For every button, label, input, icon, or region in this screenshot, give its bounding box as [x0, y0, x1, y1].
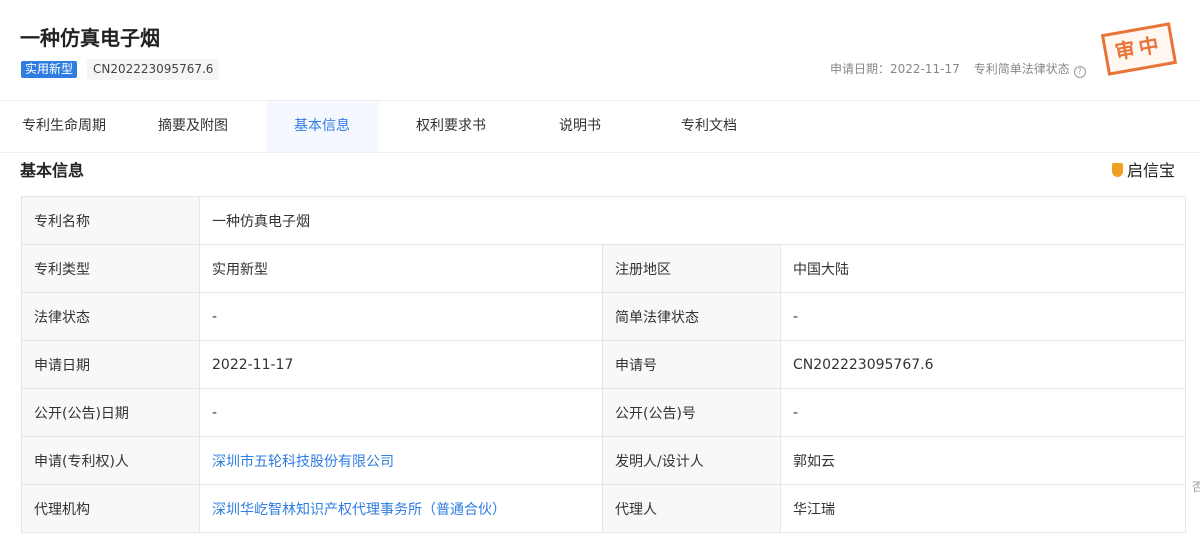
- application-number-tag: CN202223095767.6: [87, 59, 220, 80]
- help-icon[interactable]: ?: [1073, 66, 1086, 78]
- value-region: 中国大陆: [780, 244, 1186, 293]
- value-patent-name: 一种仿真电子烟: [199, 196, 1186, 245]
- tab-description[interactable]: 说明书: [559, 101, 601, 152]
- tab-claims[interactable]: 权利要求书: [416, 101, 486, 152]
- label-region: 注册地区: [602, 244, 781, 293]
- value-publication-number: -: [780, 388, 1186, 437]
- legal-status-label: 专利简单法律状态: [973, 62, 1070, 76]
- tab-lifecycle[interactable]: 专利生命周期: [22, 101, 106, 152]
- basic-info-table: 专利名称 一种仿真电子烟 专利类型 实用新型 注册地区 中国大陆 法律状态 - …: [21, 196, 1186, 533]
- patent-header: 一种仿真电子烟 实用新型 CN202223095767.6 申请日期：2022-…: [0, 0, 1200, 100]
- label-patent-name: 专利名称: [21, 196, 200, 245]
- value-application-number: CN202223095767.6: [780, 340, 1186, 389]
- value-patent-type: 实用新型: [199, 244, 603, 293]
- table-row: 专利名称 一种仿真电子烟: [21, 196, 1186, 245]
- value-simple-legal-status: -: [780, 292, 1186, 341]
- tab-bar: 专利生命周期 摘要及附图 基本信息 权利要求书 说明书 专利文档: [0, 100, 1200, 153]
- label-patent-type: 专利类型: [21, 244, 200, 293]
- table-row: 专利类型 实用新型 注册地区 中国大陆: [21, 244, 1186, 293]
- value-application-date: 2022-11-17: [199, 340, 603, 389]
- section-title: 基本信息: [20, 161, 85, 180]
- tab-basic-info[interactable]: 基本信息: [266, 101, 378, 152]
- label-application-date: 申请日期: [21, 340, 200, 389]
- table-row: 代理机构 深圳华屹智林知识产权代理事务所（普通合伙） 代理人 华江瑞: [21, 484, 1186, 533]
- link-applicant[interactable]: 深圳市五轮科技股份有限公司: [199, 436, 603, 485]
- label-agency: 代理机构: [21, 484, 200, 533]
- label-inventor: 发明人/设计人: [602, 436, 781, 485]
- value-publication-date: -: [199, 388, 603, 437]
- shield-icon: [1112, 163, 1123, 177]
- review-status-stamp: 审中: [1100, 22, 1178, 76]
- label-publication-date: 公开(公告)日期: [21, 388, 200, 437]
- value-agent: 华江瑞: [780, 484, 1186, 533]
- label-publication-number: 公开(公告)号: [602, 388, 781, 437]
- label-legal-status: 法律状态: [21, 292, 200, 341]
- label-application-number: 申请号: [602, 340, 781, 389]
- table-row: 申请(专利权)人 深圳市五轮科技股份有限公司 发明人/设计人 郭如云: [21, 436, 1186, 485]
- application-date-text: 申请日期：2022-11-17: [830, 62, 960, 76]
- table-row: 公开(公告)日期 - 公开(公告)号 -: [21, 388, 1186, 437]
- table-row: 法律状态 - 简单法律状态 -: [21, 292, 1186, 341]
- value-legal-status: -: [199, 292, 603, 341]
- value-inventor: 郭如云: [780, 436, 1186, 485]
- label-applicant: 申请(专利权)人: [21, 436, 200, 485]
- brand-name: 启信宝: [1127, 161, 1176, 180]
- tab-patent-documents[interactable]: 专利文档: [681, 101, 737, 152]
- brand-logo: 启信宝: [1112, 157, 1175, 181]
- tab-abstract-drawings[interactable]: 摘要及附图: [158, 101, 228, 152]
- label-simple-legal-status: 简单法律状态: [602, 292, 781, 341]
- link-agency[interactable]: 深圳华屹智林知识产权代理事务所（普通合伙）: [199, 484, 603, 533]
- header-meta: 申请日期：2022-11-17 专利简单法律状态?: [830, 60, 1086, 78]
- table-row: 申请日期 2022-11-17 申请号 CN202223095767.6: [21, 340, 1186, 389]
- patent-type-badge: 实用新型: [21, 61, 78, 78]
- edge-text: 否: [1192, 480, 1200, 494]
- page-title: 一种仿真电子烟: [20, 26, 160, 50]
- label-agent: 代理人: [602, 484, 781, 533]
